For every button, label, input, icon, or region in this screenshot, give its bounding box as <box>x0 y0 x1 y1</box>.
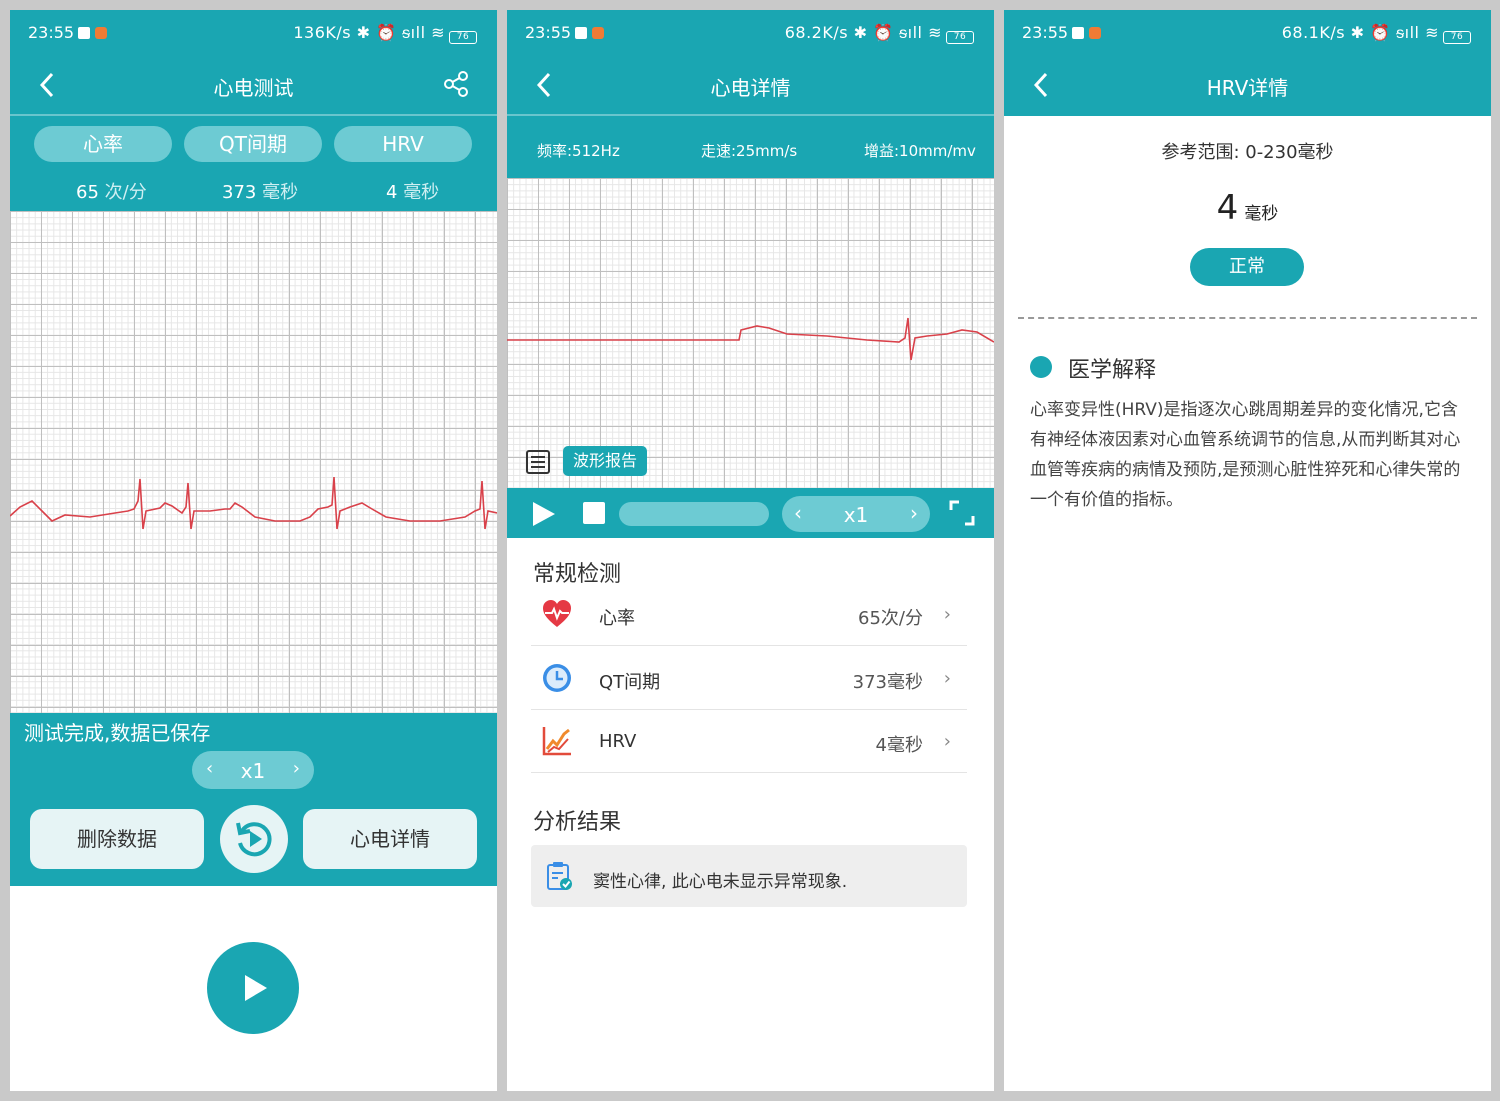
notification-icon <box>78 27 91 39</box>
analysis-result: 窦性心律, 此心电未显示异常现象. <box>531 845 967 907</box>
hrv-detail-screen: 23:55 68.1K/s ✱ ⏰ ᵴıll ≋ 76 HRV详情 参考范围: 0… <box>1004 10 1491 1091</box>
medical-explanation-text: 心率变异性(HRV)是指逐次心跳周期差异的变化情况,它含有神经体液因素对心血管系… <box>1030 400 1461 510</box>
bullet-dot <box>1030 356 1052 378</box>
tab-hrv[interactable]: HRV <box>334 126 472 162</box>
battery-icon: 76 <box>946 31 974 44</box>
share-icon[interactable] <box>443 70 471 98</box>
analysis-result-title: 分析结果 <box>533 810 622 835</box>
playback-speed: ‹ x1 › <box>192 751 314 789</box>
battery-icon: 76 <box>449 31 477 44</box>
ecg-waveform <box>10 476 497 530</box>
dashed-divider <box>1018 317 1477 319</box>
delete-data-button[interactable]: 删除数据 <box>30 809 204 869</box>
status-message: 测试完成,数据已保存 <box>24 721 211 745</box>
chevron-right-icon: › <box>943 668 951 689</box>
page-title: 心电详情 <box>710 76 791 100</box>
ecg-test-screen: 23:55 136K/s ✱ ⏰ ᵴıll ≋ 76 心电测试 心率 QT间期 H… <box>10 10 497 1091</box>
app-notification-icon <box>95 27 108 39</box>
waveform-report-button[interactable]: 波形报告 <box>563 446 647 476</box>
ecg-parameters: 频率:512Hz 走速:25mm/s 增益:10mm/mv <box>507 116 994 178</box>
hrv-unit: 毫秒 <box>1244 204 1279 224</box>
notification-icon <box>1072 27 1085 39</box>
ecg-detail-screen: 23:55 68.2K/s ✱ ⏰ ᵴıll ≋ 76 心电详情 频率:512Hz… <box>507 10 994 1091</box>
playback-controls: ‹ x1 › <box>507 488 994 538</box>
gain-label: 增益:10mm/mv <box>864 142 976 160</box>
play-icon <box>245 975 267 1001</box>
fullscreen-icon[interactable] <box>949 500 975 526</box>
metric-tabs: 心率 QT间期 HRV 65 次/分 373 毫秒 4 毫秒 <box>10 116 497 211</box>
status-time: 23:55 <box>525 23 572 42</box>
row-value: 4毫秒 <box>875 735 923 756</box>
app-notification-icon <box>1089 27 1102 39</box>
paper-speed-label: 走速:25mm/s <box>701 142 798 160</box>
speed-increase-button[interactable]: › <box>910 501 918 525</box>
control-panel: 测试完成,数据已保存 ‹ x1 › 删除数据 心电详情 <box>10 713 497 886</box>
app-notification-icon <box>592 27 605 39</box>
replay-icon <box>236 822 272 857</box>
chart-icon <box>542 727 571 756</box>
hrv-result: 4 毫秒 <box>1004 188 1491 228</box>
heart-rate-value: 65 次/分 <box>76 182 147 203</box>
status-badge: 正常 <box>1190 248 1304 286</box>
hrv-value: 4 毫秒 <box>386 182 440 203</box>
play-button[interactable] <box>207 942 299 1034</box>
tab-heart-rate[interactable]: 心率 <box>34 126 172 162</box>
heart-icon <box>543 600 571 627</box>
notification-icon <box>575 27 588 39</box>
row-value: 373毫秒 <box>852 672 923 693</box>
analysis-result-text: 窦性心律, 此心电未显示异常现象. <box>593 872 848 892</box>
stop-icon[interactable] <box>583 502 605 524</box>
frequency-label: 频率:512Hz <box>537 142 620 160</box>
row-qt-interval[interactable]: QT间期 373毫秒 › <box>531 648 967 710</box>
page-title: HRV详情 <box>1206 76 1289 100</box>
status-indicators: 68.1K/s ✱ ⏰ ᵴıll ≋ <box>1281 23 1439 42</box>
row-heart-rate[interactable]: 心率 65次/分 › <box>531 584 967 646</box>
row-label: QT间期 <box>599 672 661 693</box>
reference-range: 参考范围: 0-230毫秒 <box>1161 142 1334 163</box>
battery-icon: 76 <box>1443 31 1471 44</box>
ecg-waveform <box>507 317 994 361</box>
chevron-right-icon: › <box>943 731 951 752</box>
playback-speed: ‹ x1 › <box>782 496 930 532</box>
status-time: 23:55 <box>1022 23 1069 42</box>
status-bar: 23:55 136K/s ✱ ⏰ ᵴıll ≋ 76 <box>10 10 497 56</box>
status-bar: 23:55 68.1K/s ✱ ⏰ ᵴıll ≋ 76 <box>1004 10 1491 56</box>
chevron-right-icon: › <box>943 604 951 625</box>
nav-bar: HRV详情 <box>1004 56 1491 114</box>
document-icon[interactable] <box>525 449 551 475</box>
ecg-grid: 波形报告 <box>507 178 994 488</box>
clipboard-check-icon <box>547 862 572 890</box>
play-icon[interactable] <box>531 500 557 528</box>
speed-increase-button[interactable]: › <box>293 758 300 779</box>
row-hrv[interactable]: HRV 4毫秒 › <box>531 711 967 773</box>
status-time: 23:55 <box>28 23 75 42</box>
qt-interval-value: 373 毫秒 <box>222 182 299 203</box>
row-label: 心率 <box>599 608 635 629</box>
ecg-detail-button[interactable]: 心电详情 <box>303 809 477 869</box>
nav-bar: 心电详情 <box>507 56 994 114</box>
playback-progress-bar[interactable] <box>619 502 769 526</box>
tab-qt-interval[interactable]: QT间期 <box>184 126 322 162</box>
medical-explanation-title: 医学解释 <box>1068 358 1157 383</box>
page-title: 心电测试 <box>213 76 294 100</box>
row-label: HRV <box>599 731 637 752</box>
nav-bar: 心电测试 <box>10 56 497 114</box>
hrv-number: 4 <box>1216 188 1239 228</box>
status-bar: 23:55 68.2K/s ✱ ⏰ ᵴıll ≋ 76 <box>507 10 994 56</box>
clock-icon <box>543 664 571 692</box>
row-value: 65次/分 <box>858 608 923 629</box>
status-indicators: 68.2K/s ✱ ⏰ ᵴıll ≋ <box>784 23 942 42</box>
status-indicators: 136K/s ✱ ⏰ ᵴıll ≋ <box>293 23 445 42</box>
speed-value: x1 <box>843 503 869 527</box>
ecg-grid <box>10 211 497 713</box>
replay-button[interactable] <box>220 805 288 873</box>
